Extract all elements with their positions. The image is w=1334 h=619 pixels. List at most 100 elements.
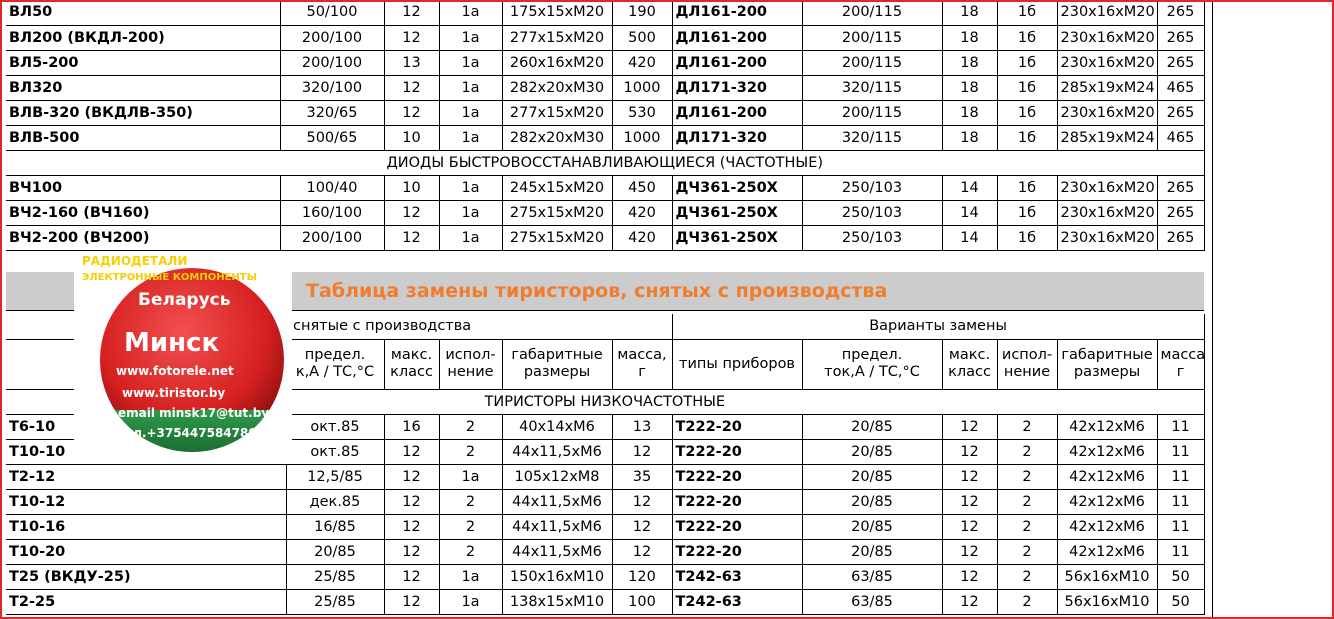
table-cell: 265 (1157, 100, 1205, 126)
table-cell: 320/65 (280, 100, 385, 126)
table-row: ВЛВ-320 (ВКДЛВ-350) 320/65 12 1а 277х15хМ20 5… (6, 100, 1205, 126)
device-type-cell: ВЧ2-200 (ВЧ200) (6, 225, 281, 251)
header-col-left-line1: габаритные (511, 347, 603, 363)
table-cell: 11 (1157, 514, 1205, 540)
table-row: ВЧ100 100/40 10 1а 245х15хМ20 450 ДЧ361-250Х 25… (6, 175, 1205, 201)
table-cell: 1а (439, 25, 503, 51)
replacement-type-cell: ДЛ161-200 (672, 50, 803, 76)
table-cell: 13 (612, 414, 673, 440)
table-cell: 42х12хМ6 (1057, 489, 1158, 515)
table-cell: 277х15хМ20 (502, 100, 613, 126)
table-cell: 56х16хМ10 (1057, 589, 1158, 615)
table-row: ВЛ50 50/100 12 1а 175х15хМ20 190 ДЛ161-200 200/… (6, 0, 1205, 26)
header-col-left-line1: испол- (445, 347, 496, 363)
table-cell: 12 (384, 489, 440, 515)
table-cell: 18 (942, 75, 998, 101)
table-cell: 1б (997, 25, 1058, 51)
table-cell: 63/85 (802, 564, 943, 590)
table-cell: 100 (612, 589, 673, 615)
header-col-right: предел. ток,А / ТС,°С (802, 339, 943, 390)
table-cell: 200/100 (280, 50, 385, 76)
device-type-cell: ВЧ2-160 (ВЧ160) (6, 200, 281, 226)
table-cell: 1б (997, 0, 1058, 26)
table-cell: 320/115 (802, 125, 943, 151)
table-cell: 18 (942, 0, 998, 26)
table-cell: 1а (439, 464, 503, 490)
table-cell: 230х16хМ20 (1057, 25, 1158, 51)
table-cell: 42х12хМ6 (1057, 514, 1158, 540)
device-type-cell: ВЛ5-200 (6, 50, 281, 76)
table-cell: 2 (439, 439, 503, 465)
table-cell: 1б (997, 50, 1058, 76)
table-cell: 11 (1157, 489, 1205, 515)
table-cell: 2 (439, 514, 503, 540)
replacement-type-cell: ДЛ161-200 (672, 100, 803, 126)
table-cell: 12 (942, 564, 998, 590)
header-col-left-line1: макс. (390, 347, 433, 363)
table-cell: 20/85 (802, 439, 943, 465)
header-col-right: макс. класс (942, 339, 998, 390)
sticker-line1: РАДИОДЕТАЛИ (82, 254, 188, 268)
table-cell: 12 (942, 439, 998, 465)
table-cell: 12 (384, 225, 440, 251)
table-cell: 2 (997, 564, 1058, 590)
table-cell: 12 (384, 589, 440, 615)
header-col-right-line2: размеры (1073, 364, 1141, 380)
table-cell: 18 (942, 25, 998, 51)
replacement-type-cell: Т222-20 (672, 414, 803, 440)
table-cell: 282х20хМ30 (502, 75, 613, 101)
table-cell: 2 (997, 464, 1058, 490)
replacement-type-cell: ДЛ171-320 (672, 125, 803, 151)
replacement-type-cell: ДЧ361-250Х (672, 225, 803, 251)
table-cell: 465 (1157, 125, 1205, 151)
sticker-phone: тел.+375447584780 (118, 426, 257, 440)
table-cell: 105х12хМ8 (502, 464, 613, 490)
table-cell: 12 (384, 439, 440, 465)
table-cell: 25/85 (286, 564, 385, 590)
table-cell: 200/115 (802, 100, 943, 126)
table-row: ВЧ2-160 (ВЧ160) 160/100 12 1а 275х15хМ20 420 Д… (6, 200, 1205, 226)
table-cell: 1а (439, 50, 503, 76)
device-type-cell: Т25 (ВКДУ-25) (6, 564, 287, 590)
table-cell: 25/85 (286, 589, 385, 615)
replacement-type-cell: Т222-20 (672, 439, 803, 465)
replacement-type-cell: ДЧ361-250Х (672, 200, 803, 226)
table-cell: 320/100 (280, 75, 385, 101)
header-col-left-line2: размеры (523, 364, 591, 380)
table-cell: 44х11,5хМ6 (502, 439, 613, 465)
header-col-left-line2: класс (390, 364, 433, 380)
table-cell: 12 (384, 464, 440, 490)
table-cell: 1б (997, 125, 1058, 151)
header-col-left-line2: г (638, 364, 646, 380)
table-cell: 11 (1157, 539, 1205, 565)
table-row: ВЛВ-500 500/65 10 1а 282х20хМ30 1000 ДЛ171-320… (6, 125, 1205, 151)
table-cell: 250/103 (802, 200, 943, 226)
header-col-right: масса,г (1157, 339, 1205, 390)
header-col-left-line1: масса, (617, 347, 667, 363)
table-cell: 285х19хМ24 (1057, 75, 1158, 101)
table-cell: 1б (997, 175, 1058, 201)
header-col-right-line1: масса, (1160, 347, 1204, 363)
table-cell: 230х16хМ20 (1057, 225, 1158, 251)
header-col-left-line2: нение (447, 364, 494, 380)
table-cell: 230х16хМ20 (1057, 0, 1158, 26)
table-row: Т2-12 12,5/85 12 1а 105х12хМ8 35 Т222-20 20/85 1… (6, 464, 1205, 490)
table-cell: 1б (997, 100, 1058, 126)
table-cell: 12 (942, 414, 998, 440)
header-col-right-line1: испол- (1001, 347, 1053, 363)
table-cell: 11 (1157, 439, 1205, 465)
table-cell: 42х12хМ6 (1057, 414, 1158, 440)
table-cell: 265 (1157, 175, 1205, 201)
table-cell: 1000 (612, 125, 673, 151)
table-cell: 12 (384, 514, 440, 540)
header-col-right-line2: нение (1003, 364, 1051, 380)
table-cell: 11 (1157, 464, 1205, 490)
table-cell: 42х12хМ6 (1057, 539, 1158, 565)
replacement-type-cell: Т242-63 (672, 589, 803, 615)
header-col-right-line1: макс. (948, 347, 991, 363)
replacement-type-cell: Т222-20 (672, 464, 803, 490)
header-col-left: испол-нение (439, 339, 503, 390)
table-cell: 10 (384, 125, 440, 151)
replacement-type-cell: Т222-20 (672, 489, 803, 515)
table-cell: 230х16хМ20 (1057, 100, 1158, 126)
